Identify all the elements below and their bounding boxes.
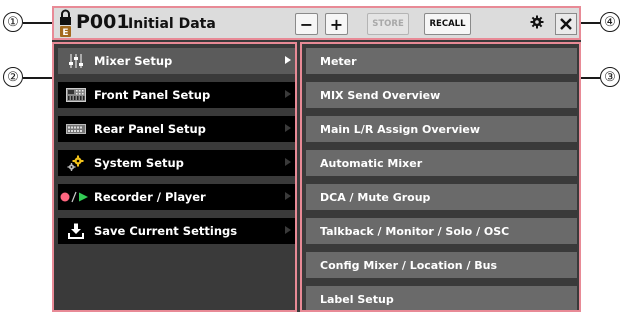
arrow-right-icon: [285, 192, 291, 200]
close-button[interactable]: [555, 13, 577, 35]
store-button[interactable]: STORE: [367, 13, 409, 35]
gears-icon: [58, 150, 94, 176]
menu-item-save-current-settings[interactable]: Save Current Settings: [58, 218, 295, 244]
close-icon: [560, 18, 572, 30]
callout-1: ①: [3, 12, 23, 32]
title-bar: E P001 Initial Data − + STORE RECALL: [52, 6, 581, 40]
submenu-item-dca-mute-group[interactable]: DCA / Mute Group: [306, 184, 577, 210]
menu-item-label: Recorder / Player: [94, 190, 206, 204]
preset-name: Initial Data: [128, 16, 216, 32]
menu-item-system-setup[interactable]: System Setup: [58, 150, 295, 176]
menu-item-label: Front Panel Setup: [94, 88, 211, 102]
lock-with-e-icon: E: [59, 9, 72, 39]
submenu-item-label-setup[interactable]: Label Setup: [306, 286, 577, 310]
setup-menu: Mixer Setup Front Panel Setup Rear Panel…: [52, 42, 297, 312]
plus-button[interactable]: +: [325, 13, 348, 35]
arrow-right-icon: [285, 90, 291, 98]
rear-panel-icon: [58, 116, 94, 142]
gear-icon[interactable]: [530, 15, 544, 33]
submenu-item-automatic-mixer[interactable]: Automatic Mixer: [306, 150, 577, 176]
svg-text:E: E: [62, 28, 68, 38]
submenu-item-main-lr-assign-overview[interactable]: Main L/R Assign Overview: [306, 116, 577, 142]
arrow-right-icon: [285, 226, 291, 234]
submenu-item-config-mixer-location-bus[interactable]: Config Mixer / Location / Bus: [306, 252, 577, 278]
arrow-right-icon: [285, 158, 291, 166]
record-play-icon: [58, 184, 94, 210]
callout-3: ③: [600, 67, 620, 87]
save-download-icon: [58, 218, 94, 244]
menu-item-label: System Setup: [94, 156, 184, 170]
recall-button[interactable]: RECALL: [424, 13, 471, 35]
device-screen: E P001 Initial Data − + STORE RECALL Mix…: [52, 6, 581, 312]
callout-4: ④: [600, 12, 620, 32]
callout-1-leader: [23, 22, 53, 24]
arrow-right-icon: [285, 124, 291, 132]
menu-item-mixer-setup[interactable]: Mixer Setup: [58, 48, 295, 74]
callout-2-leader: [23, 77, 53, 79]
menu-item-label: Rear Panel Setup: [94, 122, 206, 136]
submenu-item-mix-send-overview[interactable]: MIX Send Overview: [306, 82, 577, 108]
menu-item-label: Save Current Settings: [94, 224, 238, 238]
callout-2: ②: [3, 67, 23, 87]
preset-number: P001: [76, 11, 130, 33]
front-panel-icon: [58, 82, 94, 108]
callout-3-leader: [580, 77, 600, 79]
mixer-faders-icon: [58, 48, 94, 74]
menu-item-rear-panel-setup[interactable]: Rear Panel Setup: [58, 116, 295, 142]
menu-item-recorder-player[interactable]: Recorder / Player: [58, 184, 295, 210]
arrow-right-icon: [285, 56, 291, 64]
menu-item-label: Mixer Setup: [94, 54, 173, 68]
minus-button[interactable]: −: [295, 13, 318, 35]
menu-item-front-panel-setup[interactable]: Front Panel Setup: [58, 82, 295, 108]
submenu-item-talkback-monitor-solo-osc[interactable]: Talkback / Monitor / Solo / OSC: [306, 218, 577, 244]
mixer-setup-submenu: Meter MIX Send Overview Main L/R Assign …: [300, 42, 581, 312]
submenu-item-meter[interactable]: Meter: [306, 48, 577, 74]
